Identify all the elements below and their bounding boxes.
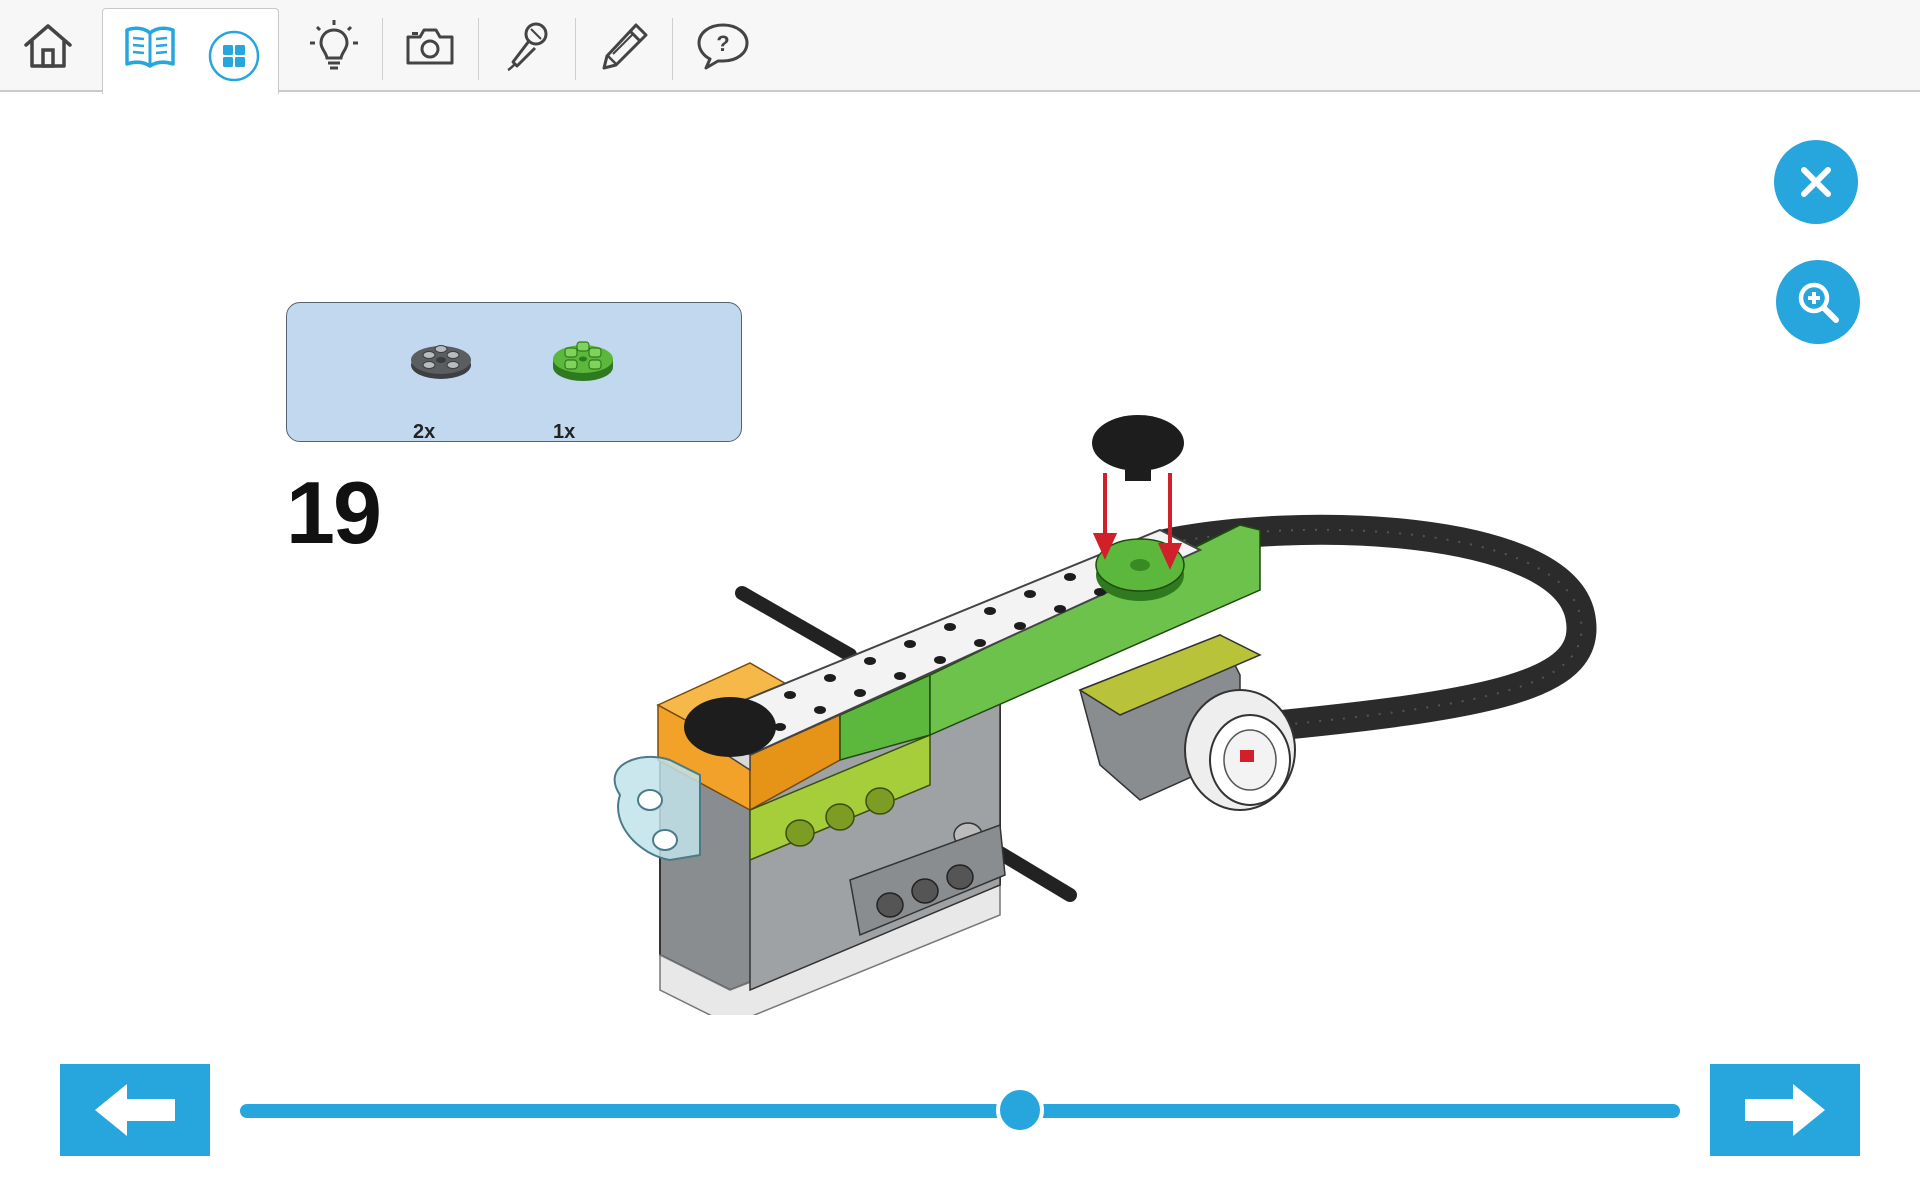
ideas-button[interactable] — [302, 0, 366, 92]
instructions-button[interactable] — [118, 0, 182, 92]
previous-step-button[interactable] — [60, 1064, 210, 1156]
toolbar-divider — [478, 18, 479, 80]
camera-icon — [406, 28, 454, 65]
help-button[interactable]: ? — [690, 0, 756, 92]
top-toolbar: ? — [0, 0, 1920, 94]
arrow-left-icon — [95, 1084, 175, 1136]
close-icon — [1801, 167, 1831, 197]
zoom-in-button[interactable] — [1776, 260, 1860, 344]
record-button[interactable] — [496, 0, 560, 92]
falling-round-plate — [1092, 415, 1184, 471]
toolbar-divider — [382, 18, 383, 80]
lightbulb-icon — [310, 20, 358, 70]
round-plate-gray-icon — [411, 345, 471, 379]
pencil-icon — [602, 23, 648, 70]
arrow-right-icon — [1745, 1084, 1825, 1136]
part-item: 2x — [407, 333, 497, 443]
book-icon — [125, 26, 175, 68]
model-illustration — [613, 415, 1597, 1015]
rear-axle — [735, 586, 857, 662]
step-number: 19 — [286, 463, 382, 562]
home-button[interactable] — [10, 0, 86, 92]
close-button[interactable] — [1774, 140, 1858, 224]
svg-text:?: ? — [716, 31, 729, 56]
toolbar-divider — [575, 18, 576, 80]
overview-button[interactable] — [204, 10, 264, 102]
part-quantity: 2x — [413, 421, 436, 443]
next-step-button[interactable] — [1710, 1064, 1860, 1156]
part-item: 1x — [549, 333, 639, 443]
step-progress-slider[interactable] — [240, 1104, 1680, 1118]
toolbar-divider — [672, 18, 673, 80]
part-quantity: 1x — [553, 421, 576, 443]
write-button[interactable] — [593, 0, 657, 92]
zoom-in-icon — [1798, 282, 1839, 323]
question-bubble-icon: ? — [697, 23, 749, 70]
home-icon — [24, 24, 72, 68]
round-plate-green-icon — [553, 341, 613, 381]
slider-thumb[interactable] — [996, 1086, 1045, 1134]
grid-icon — [208, 30, 260, 82]
black-round-plate — [684, 697, 776, 757]
camera-button[interactable] — [398, 0, 462, 92]
microphone-icon — [507, 22, 548, 72]
